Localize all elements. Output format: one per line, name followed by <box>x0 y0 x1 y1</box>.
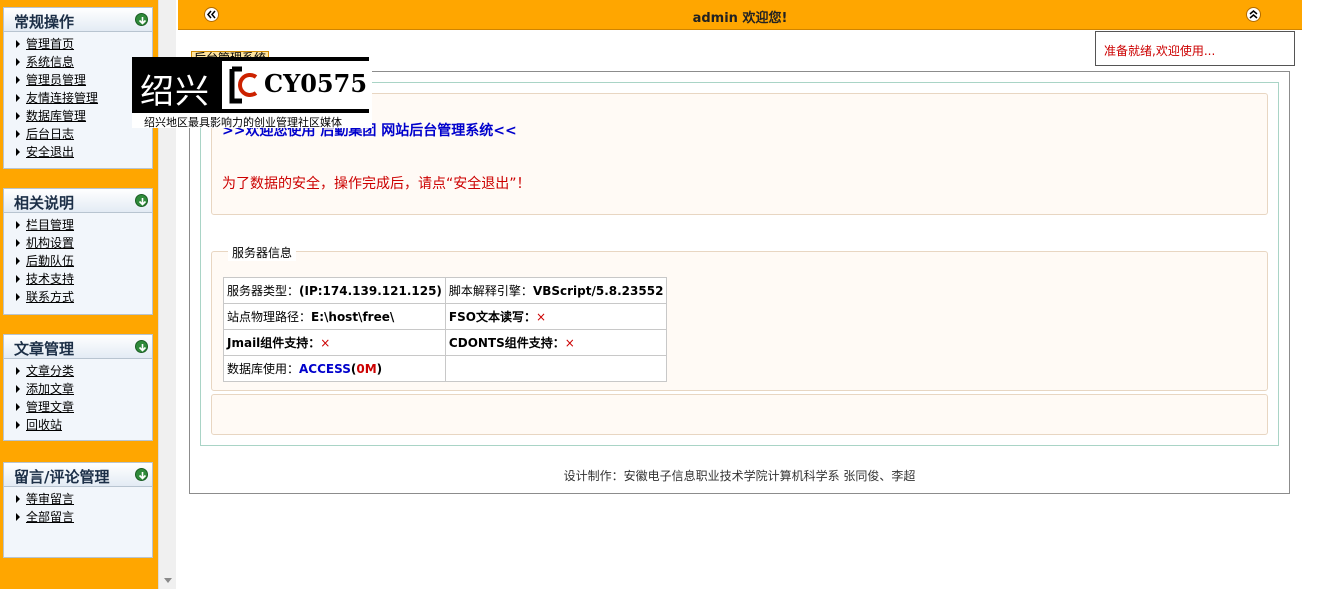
panel-related-info: 相关说明 栏目管理 机构设置 后勤队伍 技术支持 联系方式 <box>3 188 153 315</box>
panel-article-manage: 文章管理 文章分类 添加文章 管理文章 回收站 <box>3 334 153 441</box>
status-box: 准备就绪,欢迎使用... <box>1095 31 1295 66</box>
panel-general-ops: 常规操作 管理首页 系统信息 管理员管理 友情连接管理 数据库管理 后台日志 安… <box>3 7 153 169</box>
server-info-legend: 服务器信息 <box>228 244 297 261</box>
panel-title: 常规操作 <box>14 13 75 31</box>
triangle-bullet-icon <box>16 221 20 229</box>
menu-item-article-category[interactable]: 文章分类 <box>14 362 152 380</box>
triangle-bullet-icon <box>16 367 20 375</box>
empty-panel <box>211 394 1268 435</box>
panel-comments-manage: 留言/评论管理 等审留言 全部留言 <box>3 462 153 558</box>
triangle-bullet-icon <box>16 94 20 102</box>
triangle-bullet-icon <box>16 495 20 503</box>
panel-header[interactable]: 相关说明 <box>4 189 152 213</box>
collapse-arrow-icon[interactable] <box>135 468 148 481</box>
panel-header[interactable]: 文章管理 <box>4 335 152 359</box>
triangle-bullet-icon <box>16 112 20 120</box>
table-row: Jmail组件支持：× CDONTS组件支持：× <box>223 329 668 356</box>
triangle-bullet-icon <box>16 148 20 156</box>
menu-item-logout[interactable]: 安全退出 <box>14 143 152 161</box>
cross-icon: × <box>320 336 331 350</box>
collapse-arrow-icon[interactable] <box>135 13 148 26</box>
menu-item-logistics-team[interactable]: 后勤队伍 <box>14 252 152 270</box>
menu-item-add-article[interactable]: 添加文章 <box>14 380 152 398</box>
table-cell: 服务器类型：(IP:174.139.121.125) <box>223 277 446 304</box>
menu-item-admin-home[interactable]: 管理首页 <box>14 35 152 53</box>
cross-icon: × <box>535 310 547 324</box>
triangle-bullet-icon <box>16 513 20 521</box>
table-cell: 数据库使用：ACCESS(0M) <box>223 355 446 382</box>
triangle-bullet-icon <box>16 257 20 265</box>
table-row: 数据库使用：ACCESS(0M) <box>223 355 668 382</box>
menu-item-org-settings[interactable]: 机构设置 <box>14 234 152 252</box>
logo-city-text: 绍兴 <box>140 72 210 112</box>
collapse-arrow-icon[interactable] <box>135 194 148 207</box>
panel-title: 文章管理 <box>14 340 75 358</box>
top-bar: admin 欢迎您! <box>178 0 1302 30</box>
panel-title: 留言/评论管理 <box>14 468 110 486</box>
panel-title: 相关说明 <box>14 194 75 212</box>
security-warning: 为了数据的安全，操作完成后，请点“安全退出”！ <box>222 176 531 192</box>
table-cell: Jmail组件支持：× <box>223 329 446 356</box>
welcome-text: admin 欢迎您! <box>692 11 788 26</box>
menu-item-contact[interactable]: 联系方式 <box>14 288 152 306</box>
triangle-bullet-icon <box>16 421 20 429</box>
table-row: 服务器类型：(IP:174.139.121.125) 脚本解释引擎：VBScri… <box>223 277 668 304</box>
table-cell: FSO文本读写：× <box>444 303 668 330</box>
double-chevron-up-icon[interactable] <box>1246 7 1261 22</box>
triangle-bullet-icon <box>16 293 20 301</box>
logo-code-text: CY0575 <box>264 69 368 98</box>
triangle-bullet-icon <box>16 385 20 393</box>
panel-header[interactable]: 留言/评论管理 <box>4 463 152 487</box>
logo[interactable]: 绍兴 CY0575 绍兴地区最具影响力的创业管理社区媒体 <box>132 57 372 129</box>
menu-item-pending-messages[interactable]: 等审留言 <box>14 490 152 508</box>
menu-item-all-messages[interactable]: 全部留言 <box>14 508 152 526</box>
collapse-arrow-icon[interactable] <box>135 340 148 353</box>
menu-item-recycle-bin[interactable]: 回收站 <box>14 416 152 434</box>
triangle-bullet-icon <box>16 40 20 48</box>
menu-item-tech-support[interactable]: 技术支持 <box>14 270 152 288</box>
status-text: 准备就绪,欢迎使用... <box>1104 44 1216 58</box>
footer-credit: 设计制作：安徽电子信息职业技术学院计算机科学系 张同俊、李超 <box>563 469 916 483</box>
logo-tagline: 绍兴地区最具影响力的创业管理社区媒体 <box>144 116 342 129</box>
table-cell: CDONTS组件支持：× <box>444 329 668 356</box>
triangle-bullet-icon <box>16 76 20 84</box>
table-cell <box>444 355 668 382</box>
scroll-down-arrow-icon[interactable] <box>164 578 172 583</box>
table-cell: 脚本解释引擎：VBScript/5.8.23552 <box>444 277 668 304</box>
bracket-c-icon <box>229 66 258 104</box>
triangle-bullet-icon <box>16 130 20 138</box>
triangle-bullet-icon <box>16 403 20 411</box>
menu-item-manage-articles[interactable]: 管理文章 <box>14 398 152 416</box>
menu-item-column-manage[interactable]: 栏目管理 <box>14 216 152 234</box>
cross-icon: × <box>564 336 575 350</box>
panel-header[interactable]: 常规操作 <box>4 8 152 32</box>
table-cell: 站点物理路径：E:\host\free\ <box>223 303 446 330</box>
table-row: 站点物理路径：E:\host\free\ FSO文本读写：× <box>223 303 668 330</box>
triangle-bullet-icon <box>16 58 20 66</box>
triangle-bullet-icon <box>16 239 20 247</box>
server-info-table: 服务器类型：(IP:174.139.121.125) 脚本解释引擎：VBScri… <box>223 277 668 382</box>
triangle-bullet-icon <box>16 275 20 283</box>
